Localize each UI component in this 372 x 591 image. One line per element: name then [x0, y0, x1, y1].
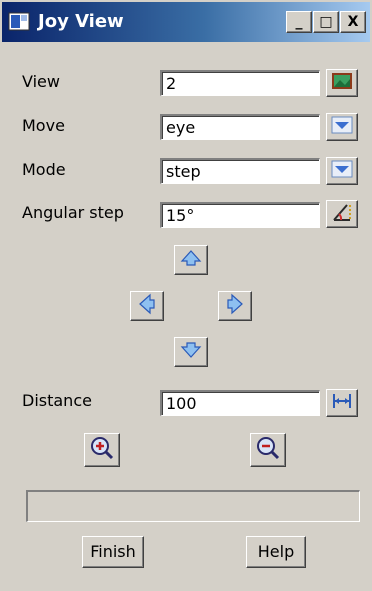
view-field[interactable]: 2 [160, 70, 320, 96]
help-button[interactable]: Help [246, 536, 306, 568]
maximize-button[interactable]: □ [313, 11, 339, 33]
zoom-in-icon [89, 435, 115, 465]
move-up-button[interactable] [174, 245, 208, 275]
window-title: Joy View [38, 11, 124, 32]
minimize-button[interactable]: _ [286, 11, 312, 33]
status-bar [26, 490, 360, 522]
move-label: Move [22, 116, 65, 135]
angle-pick-button[interactable] [326, 200, 358, 228]
zoom-in-button[interactable] [84, 433, 120, 467]
zoom-out-icon [255, 435, 281, 465]
app-icon [8, 11, 30, 33]
arrow-left-icon [138, 293, 156, 319]
move-left-button[interactable] [130, 291, 164, 321]
arrow-right-icon [226, 293, 244, 319]
move-down-button[interactable] [174, 337, 208, 367]
mode-field[interactable]: step [160, 158, 320, 184]
zoom-out-button[interactable] [250, 433, 286, 467]
view-label: View [22, 72, 60, 91]
angular-step-label: Angular step [22, 203, 124, 222]
chevron-down-icon [331, 160, 353, 182]
move-dropdown-button[interactable] [326, 113, 358, 141]
view-picture-icon [331, 72, 353, 94]
finish-button[interactable]: Finish [82, 536, 144, 568]
close-button[interactable]: X [340, 11, 366, 33]
angular-step-field[interactable]: 15° [160, 202, 320, 228]
measure-distance-icon [331, 391, 353, 415]
angle-pick-icon [331, 201, 353, 227]
move-field[interactable]: eye [160, 114, 320, 140]
distance-label: Distance [22, 391, 92, 410]
arrow-down-icon [180, 341, 202, 363]
mode-dropdown-button[interactable] [326, 157, 358, 185]
joy-view-window: Joy View _ □ X View 2 Move eye Mode step [0, 0, 372, 591]
chevron-down-icon [331, 116, 353, 138]
move-right-button[interactable] [218, 291, 252, 321]
mode-label: Mode [22, 160, 66, 179]
view-picker-button[interactable] [326, 69, 358, 97]
measure-distance-button[interactable] [326, 389, 358, 417]
arrow-up-icon [180, 249, 202, 271]
distance-field[interactable]: 100 [160, 390, 320, 416]
title-bar[interactable]: Joy View _ □ X [2, 2, 370, 42]
